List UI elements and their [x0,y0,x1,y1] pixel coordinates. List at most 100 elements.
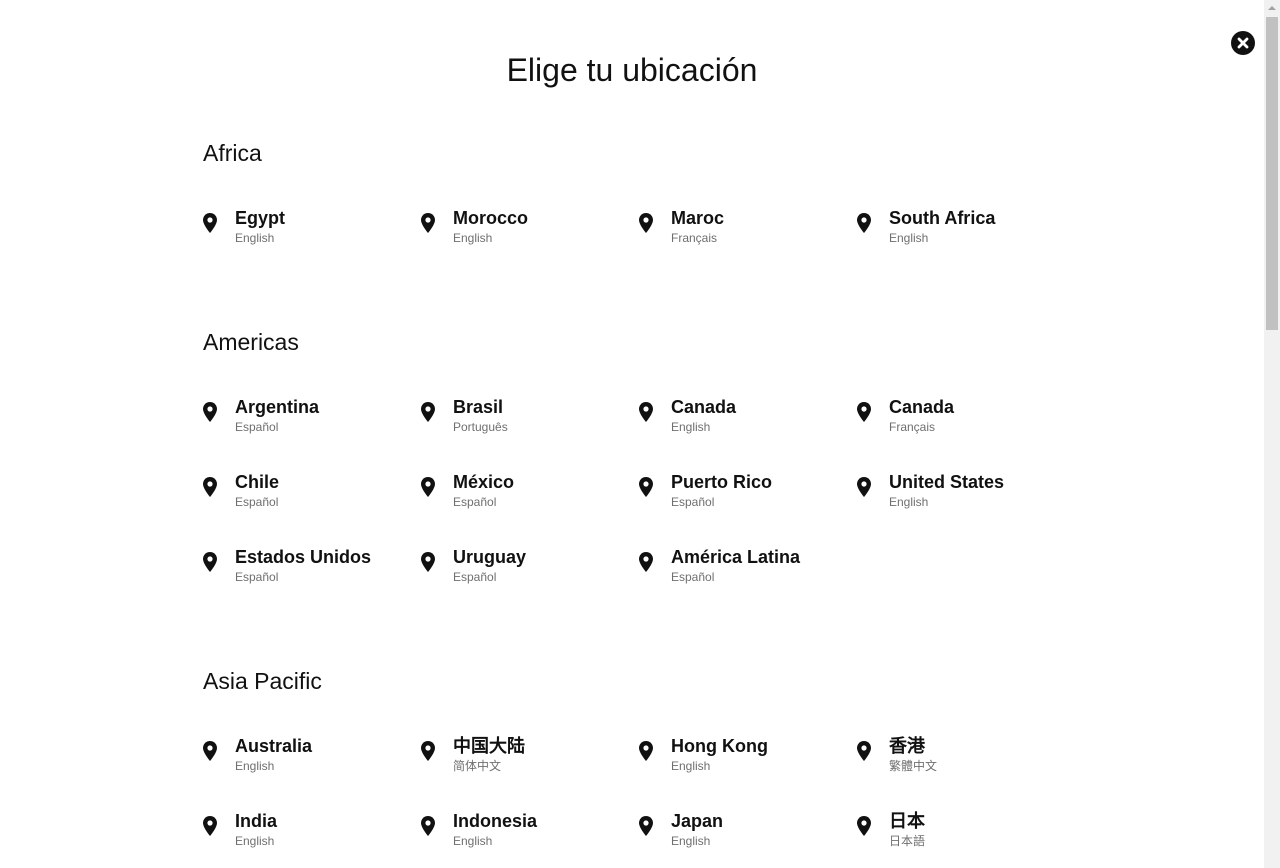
map-pin-icon [421,477,435,497]
map-pin-icon [203,741,217,761]
map-pin-icon [421,213,435,233]
location-item[interactable]: Puerto Rico Español [639,471,849,521]
map-pin-icon [203,477,217,497]
map-pin-icon [203,213,217,233]
language-label: 繁體中文 [889,759,938,773]
country-name: Uruguay [453,547,527,567]
location-item[interactable]: 日本 日本語 [857,810,1067,860]
country-name: México [453,472,515,492]
location-item[interactable]: Argentina Español [203,396,413,446]
map-pin-icon [639,213,653,233]
map-pin-icon [203,552,217,572]
map-pin-icon [857,816,871,836]
location-item[interactable]: India English [203,810,413,860]
region-title: Africa [203,140,262,166]
map-pin-icon [857,402,871,422]
language-label: Español [671,495,715,509]
map-pin-icon [421,402,435,422]
location-item[interactable]: Morocco English [421,207,631,257]
location-item[interactable]: Japan English [639,810,849,860]
scroll-up-arrow-icon[interactable] [1264,0,1280,16]
page-title: Elige tu ubicación [506,52,758,88]
language-label: Español [235,495,279,509]
language-label: Español [235,570,279,584]
country-name: 香港 [889,736,925,756]
location-item[interactable]: Australia English [203,735,413,785]
map-pin-icon [639,477,653,497]
language-label: English [671,759,711,773]
language-label: English [671,834,711,848]
country-name: Canada [671,397,737,417]
country-name: India [235,811,278,831]
language-label: English [889,231,929,245]
location-selector-page: Elige tu ubicación Africa Egypt English Mor… [0,0,1264,868]
language-label: English [235,231,275,245]
location-item[interactable]: Indonesia English [421,810,631,860]
map-pin-icon [639,552,653,572]
country-name: Morocco [453,208,529,228]
map-pin-icon [857,213,871,233]
country-name: Indonesia [453,811,538,831]
location-item[interactable]: Uruguay Español [421,546,631,596]
country-name: Japan [671,811,724,831]
map-pin-icon [203,402,217,422]
country-name: Canada [889,397,955,417]
location-item[interactable]: 香港 繁體中文 [857,735,1067,785]
language-label: Español [235,420,279,434]
location-item[interactable]: South Africa English [857,207,1067,257]
country-name: Australia [235,736,313,756]
map-pin-icon [639,402,653,422]
region-africa: Africa Egypt English Morocco English Maroc Fra… [203,139,995,245]
map-pin-icon [639,816,653,836]
scrollbar-thumb[interactable] [1266,17,1278,330]
location-item[interactable]: 中国大陆 简体中文 [421,735,631,785]
region-title: Asia Pacific [203,668,322,694]
location-item[interactable]: Canada Français [857,396,1067,446]
country-name: 中国大陆 [453,736,525,756]
location-item[interactable]: México Español [421,471,631,521]
language-label: 简体中文 [453,759,502,773]
language-label: 日本語 [889,834,926,848]
map-pin-icon [857,741,871,761]
country-name: Hong Kong [671,736,768,756]
map-pin-icon [421,741,435,761]
location-item[interactable]: Estados Unidos Español [203,546,413,596]
country-name: Argentina [235,397,320,417]
region-title: Americas [203,329,299,355]
country-name: Brasil [453,397,504,417]
location-item[interactable]: Chile Español [203,471,413,521]
location-item[interactable]: Maroc Français [639,207,849,257]
language-label: Español [671,570,715,584]
language-label: English [453,231,493,245]
map-pin-icon [421,816,435,836]
country-name: Maroc [671,208,725,228]
map-pin-icon [421,552,435,572]
location-item[interactable]: Brasil Português [421,396,631,446]
language-label: English [889,495,929,509]
region-americas: Americas Argentina Español Brasil Português C… [203,328,1004,584]
language-label: Español [453,495,497,509]
country-name: South Africa [889,208,996,228]
country-name: 日本 [889,811,925,831]
location-item[interactable]: América Latina Español [639,546,849,596]
language-label: English [671,420,711,434]
country-name: Chile [235,472,280,492]
vertical-scrollbar[interactable] [1264,0,1280,868]
country-name: América Latina [671,547,801,567]
map-pin-icon [857,477,871,497]
location-item[interactable]: Canada English [639,396,849,446]
language-label: English [235,759,275,773]
location-item[interactable]: Egypt English [203,207,413,257]
country-name: United States [889,472,1005,492]
language-label: Português [453,420,508,434]
language-label: English [235,834,275,848]
country-name: Estados Unidos [235,547,372,567]
location-item[interactable]: United States English [857,471,1067,521]
language-label: Français [671,231,718,245]
region-asia-pacific: Asia Pacific Australia English 中国大陆 简体中文 Hong… [203,667,937,848]
country-name: Puerto Rico [671,472,773,492]
language-label: English [453,834,493,848]
map-pin-icon [639,741,653,761]
country-name: Egypt [235,208,286,228]
location-item[interactable]: Hong Kong English [639,735,849,785]
